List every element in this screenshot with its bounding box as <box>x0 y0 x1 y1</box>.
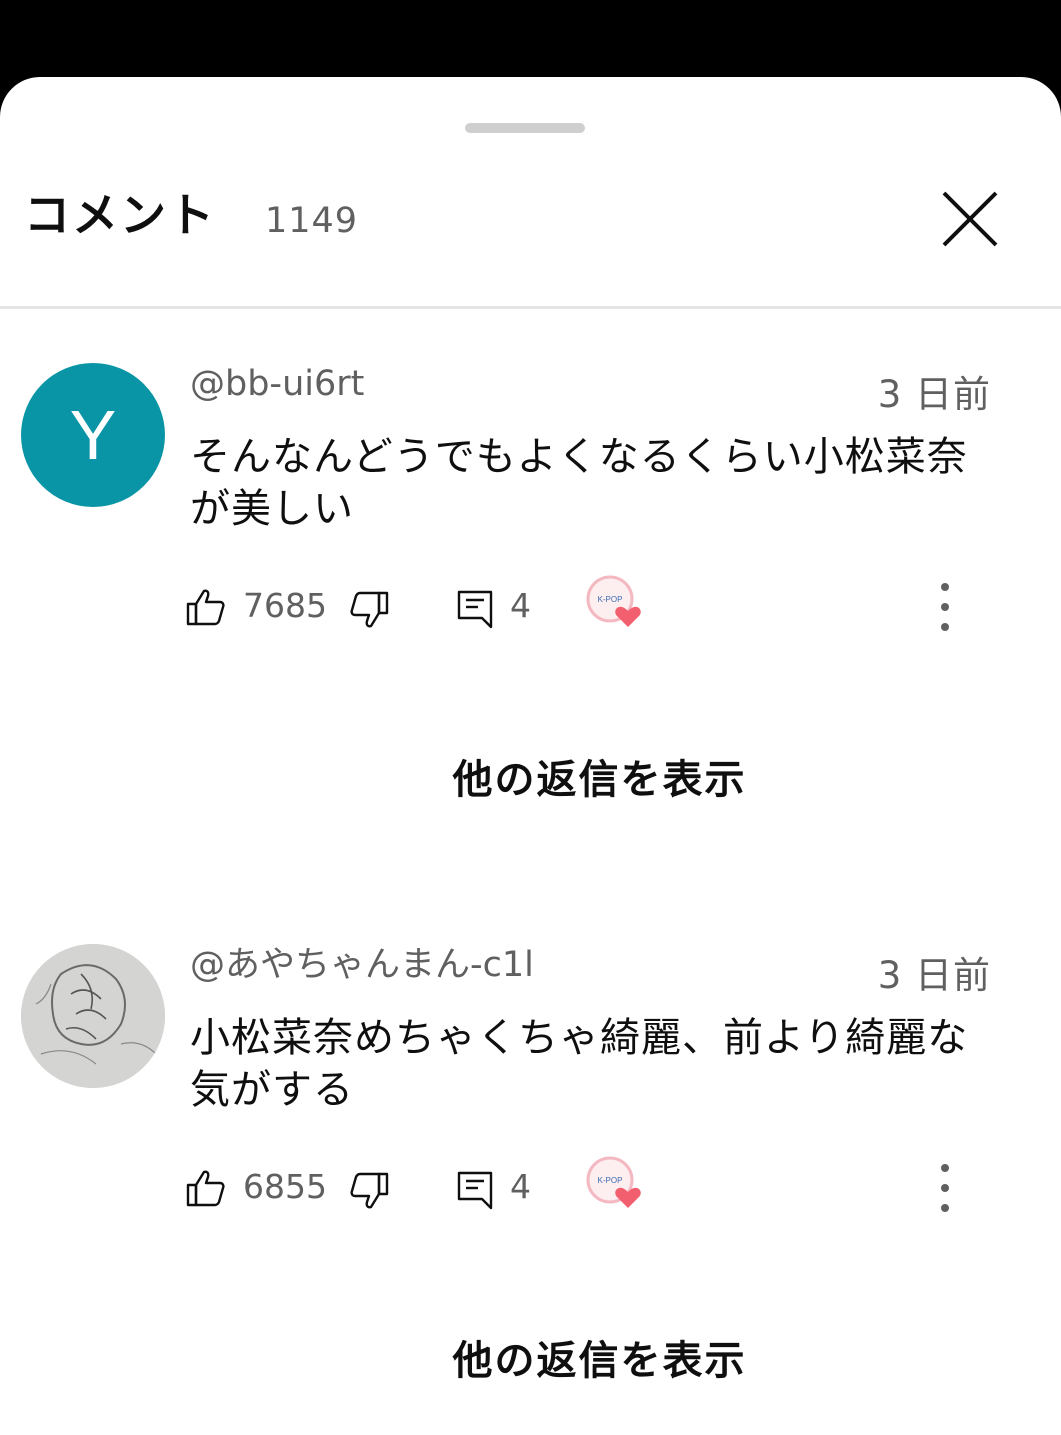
comment-time: 3 日前 <box>877 373 991 416</box>
comments-header: コメント 1149 <box>0 77 1061 309</box>
comment-actions: 6855 4 K-POP <box>0 1156 1061 1214</box>
like-count: 6855 <box>243 1167 327 1206</box>
avatar[interactable]: Y <box>21 363 165 507</box>
like-count: 7685 <box>243 586 327 625</box>
reply-count: 4 <box>510 586 531 625</box>
avatar[interactable] <box>21 944 165 1088</box>
reply-icon[interactable] <box>456 589 496 629</box>
like-icon[interactable] <box>186 1168 226 1208</box>
comments-count: 1149 <box>265 201 359 241</box>
creator-heart-badge: K-POP <box>584 571 648 635</box>
comment-text: 小松菜奈めちゃくちゃ綺麗、前より綺麗な気がする <box>190 1015 969 1113</box>
more-options-icon[interactable] <box>930 1158 960 1218</box>
dislike-icon[interactable] <box>349 591 389 631</box>
show-replies-button[interactable]: 他の返信を表示 <box>0 752 1061 808</box>
svg-text:K-POP: K-POP <box>598 595 623 604</box>
close-icon[interactable] <box>938 189 1002 249</box>
dislike-icon[interactable] <box>349 1172 389 1212</box>
comments-sheet: コメント 1149 Y @bb-ui6rt 3 日前 そんなんどうでもよくなるく… <box>0 77 1061 1435</box>
svg-text:K-POP: K-POP <box>598 1176 623 1185</box>
more-options-icon[interactable] <box>930 577 960 637</box>
comment-author[interactable]: @bb-ui6rt <box>190 363 364 405</box>
comment-time: 3 日前 <box>877 954 991 997</box>
comment-text: そんなんどうでもよくなるくらい小松菜奈が美しい <box>190 434 968 532</box>
creator-heart-badge: K-POP <box>584 1152 648 1216</box>
show-replies-button[interactable]: 他の返信を表示 <box>0 1333 1061 1389</box>
comment-author[interactable]: @あやちゃんまん-c1l <box>190 944 534 986</box>
comment-actions: 7685 4 K-POP <box>0 575 1061 633</box>
comments-title: コメント <box>24 188 216 242</box>
reply-count: 4 <box>510 1167 531 1206</box>
reply-icon[interactable] <box>456 1170 496 1210</box>
like-icon[interactable] <box>186 587 226 627</box>
